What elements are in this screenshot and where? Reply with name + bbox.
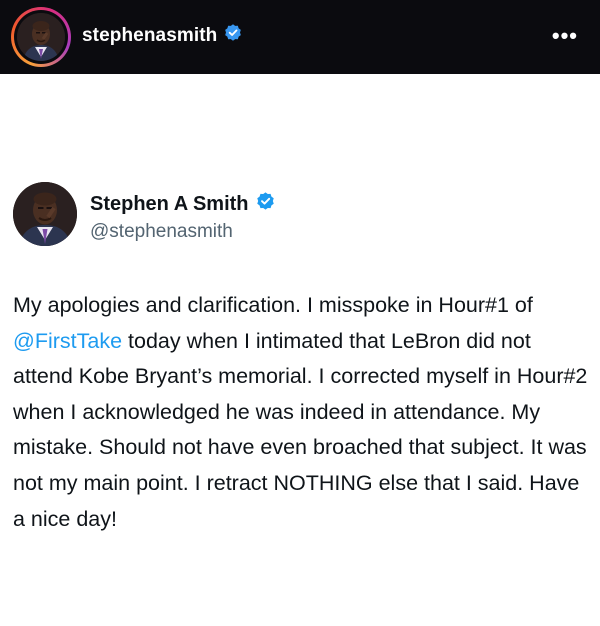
person-portrait-icon	[13, 182, 77, 246]
username-text[interactable]: stephenasmith	[82, 25, 217, 47]
tweet-text-part-1: My apologies and clarification. I misspo…	[13, 293, 533, 317]
avatar-frame	[14, 10, 68, 64]
instagram-post-header: stephenasmith •••	[0, 0, 600, 74]
tweet-avatar[interactable]	[13, 182, 77, 246]
tweet-display-name[interactable]: Stephen A Smith	[90, 191, 276, 218]
header-username[interactable]: stephenasmith	[82, 23, 243, 49]
tweet-text: My apologies and clarification. I misspo…	[13, 288, 593, 537]
verified-badge-icon	[223, 23, 243, 49]
display-name-text[interactable]: Stephen A Smith	[90, 193, 249, 216]
story-ring[interactable]	[11, 7, 71, 67]
verified-badge-icon	[255, 191, 276, 218]
person-portrait-icon	[17, 13, 65, 61]
mention-link[interactable]: @FirstTake	[13, 329, 122, 353]
more-options-icon[interactable]: •••	[552, 25, 578, 47]
profile-avatar[interactable]	[17, 13, 65, 61]
tweet-handle[interactable]: @stephenasmith	[90, 221, 233, 243]
tweet-text-part-2: today when I intimated that LeBron did n…	[13, 328, 588, 531]
